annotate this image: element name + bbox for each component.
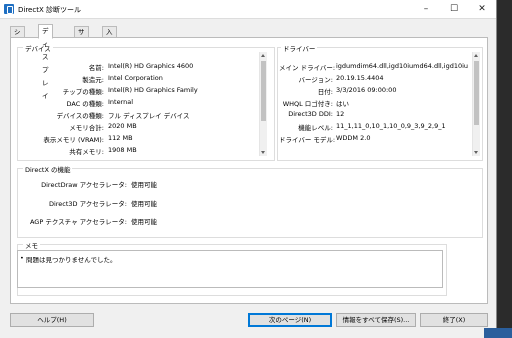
feature-value: 使用可能 <box>131 181 157 189</box>
device-value: Intel(R) HD Graphics Family <box>108 86 198 94</box>
driver-value: はい <box>336 100 349 108</box>
device-label: 名前: <box>88 64 104 72</box>
dxdiag-window: DirectX 診断ツール – ☐ ✕ システム ディスプレイ サウンド 入力 … <box>0 0 497 338</box>
device-row: メモリ合計: 2020 MB <box>19 122 267 134</box>
device-value: Intel Corporation <box>108 74 163 82</box>
device-label: メモリ合計: <box>69 124 104 132</box>
feature-row: Direct3D アクセラレータ: 使用可能 <box>19 198 319 210</box>
device-value: 1908 MB <box>108 146 137 154</box>
driver-label: ドライバー モデル: <box>279 136 336 144</box>
driver-row: WHQL ロゴ付き: はい <box>279 98 469 110</box>
device-row: デバイスの種類: フル ディスプレイ デバイス <box>19 110 267 122</box>
scroll-thumb[interactable] <box>474 61 479 125</box>
notes-box[interactable]: 問題は見つかりませんでした。 <box>17 250 443 288</box>
window-title: DirectX 診断ツール <box>18 6 81 14</box>
driver-row: Direct3D DDI: 12 <box>279 110 469 122</box>
scroll-thumb[interactable] <box>261 61 266 121</box>
device-label: チップの種類: <box>62 88 104 96</box>
minimize-button[interactable]: – <box>412 0 440 18</box>
device-row: 名前: Intel(R) HD Graphics 4600 <box>19 62 267 74</box>
feature-value: 使用可能 <box>131 200 157 208</box>
device-label: 共有メモリ: <box>69 148 104 156</box>
device-list: 名前: Intel(R) HD Graphics 4600 製造元: Intel… <box>19 62 267 158</box>
driver-label: メイン ドライバー: <box>279 64 336 72</box>
notes-group: 問題は見つかりませんでした。 <box>17 244 447 296</box>
driver-row: 日付: 3/3/2016 09:00:00 <box>279 86 469 98</box>
driver-group-title: ドライバー <box>281 43 318 53</box>
feature-label: AGP テクスチャ アクセラレータ: <box>29 218 127 226</box>
driver-label: 日付: <box>317 88 333 96</box>
save-all-button[interactable]: 情報をすべて保存(S)... <box>336 313 416 327</box>
driver-value: 3/3/2016 09:00:00 <box>336 86 397 94</box>
device-value: Intel(R) HD Graphics 4600 <box>108 62 194 70</box>
driver-value: 11_1,11_0,10_1,10_0,9_3,9_2,9_1 <box>336 122 446 130</box>
device-row: 共有メモリ: 1908 MB <box>19 146 267 158</box>
driver-list: メイン ドライバー: igdumdim64.dll,igd10iumd64.dl… <box>279 62 469 158</box>
device-value: 112 MB <box>108 134 133 142</box>
tab-display[interactable]: ディスプレイ <box>38 24 53 100</box>
driver-row: バージョン: 20.19.15.4404 <box>279 74 469 86</box>
driver-row: メイン ドライバー: igdumdim64.dll,igd10iumd64.dl… <box>279 62 469 74</box>
device-row: 製造元: Intel Corporation <box>19 74 267 86</box>
device-value: Internal <box>108 98 134 106</box>
feature-label: Direct3D アクセラレータ: <box>48 200 127 208</box>
maximize-button[interactable]: ☐ <box>440 0 468 18</box>
scroll-up-icon[interactable] <box>261 54 265 57</box>
scroll-up-icon[interactable] <box>474 54 478 57</box>
features-group-title: DirectX の機能 <box>23 164 73 174</box>
next-page-button[interactable]: 次のページ(N) <box>248 313 332 327</box>
device-row: チップの種類: Intel(R) HD Graphics Family <box>19 86 267 98</box>
title-bar: DirectX 診断ツール – ☐ ✕ <box>0 0 496 19</box>
device-label: 製造元: <box>82 76 104 84</box>
driver-label: Direct3D DDI: <box>288 110 333 118</box>
notes-item: 問題は見つかりませんでした。 <box>20 254 117 264</box>
taskbar-tray-icon[interactable] <box>484 328 512 338</box>
directx-app-icon <box>4 4 14 14</box>
driver-row: 機能レベル: 11_1,11_0,10_1,10_0,9_3,9_2,9_1 <box>279 122 469 134</box>
display-tab-panel: デバイス 名前: Intel(R) HD Graphics 4600 製造元: … <box>10 37 488 304</box>
device-value: フル ディスプレイ デバイス <box>108 112 190 120</box>
notes-group-title: メモ <box>23 240 40 250</box>
close-button[interactable]: ✕ <box>468 0 496 18</box>
driver-label: バージョン: <box>298 76 333 84</box>
driver-label: 機能レベル: <box>298 124 333 132</box>
driver-value: igdumdim64.dll,igd10iumd64.dll,igd10iu <box>336 62 469 70</box>
driver-label: WHQL ロゴ付き: <box>282 100 333 108</box>
device-label: DAC の種類: <box>66 100 104 108</box>
feature-value: 使用可能 <box>131 218 157 226</box>
driver-value: 20.19.15.4404 <box>336 74 384 82</box>
feature-row: DirectDraw アクセラレータ: 使用可能 <box>19 179 319 191</box>
device-row: DAC の種類: Internal <box>19 98 267 110</box>
exit-button[interactable]: 終了(X) <box>420 313 488 327</box>
feature-row: AGP テクスチャ アクセラレータ: 使用可能 <box>19 216 319 228</box>
scroll-down-icon[interactable] <box>474 151 478 154</box>
driver-value: WDDM 2.0 <box>336 134 371 142</box>
device-scrollbar[interactable] <box>259 52 267 156</box>
device-row: 表示メモリ (VRAM): 112 MB <box>19 134 267 146</box>
feature-label: DirectDraw アクセラレータ: <box>41 181 127 189</box>
scroll-down-icon[interactable] <box>261 151 265 154</box>
device-value: 2020 MB <box>108 122 137 130</box>
device-label: 表示メモリ (VRAM): <box>43 136 104 144</box>
help-button[interactable]: ヘルプ(H) <box>10 313 94 327</box>
driver-scrollbar[interactable] <box>472 52 480 156</box>
driver-value: 12 <box>336 110 345 118</box>
device-label: デバイスの種類: <box>56 112 105 120</box>
driver-row: ドライバー モデル: WDDM 2.0 <box>279 134 469 146</box>
